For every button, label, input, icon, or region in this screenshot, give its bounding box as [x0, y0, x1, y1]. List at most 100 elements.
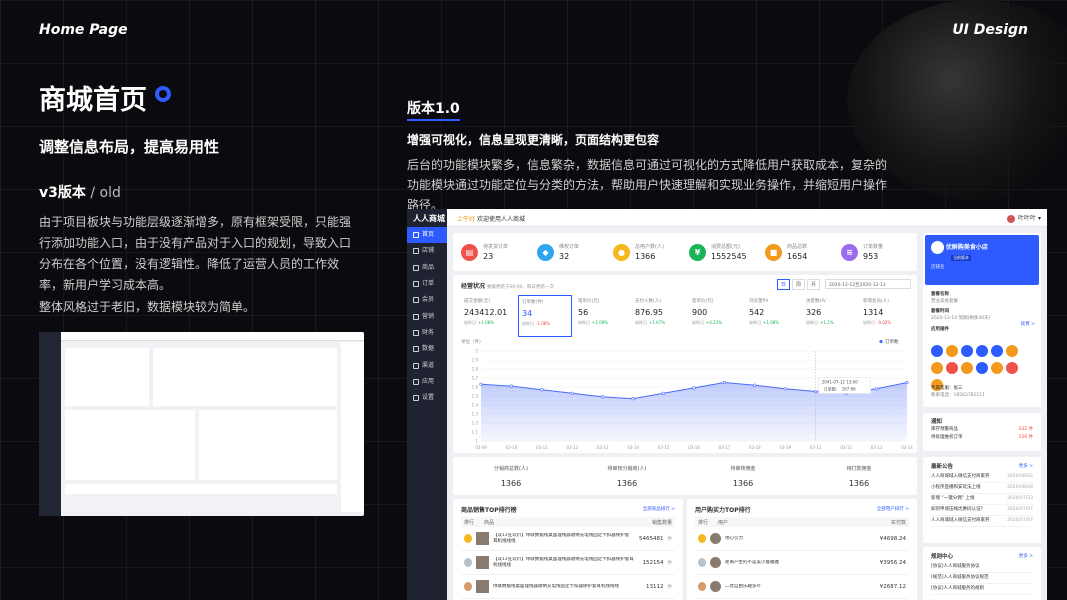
rules-more[interactable]: 更多 > [1019, 552, 1033, 562]
app-plugin-icon[interactable] [991, 345, 1003, 357]
y-tick-label: 1.4 [472, 403, 479, 408]
sidebar-item[interactable]: 店铺 [407, 243, 447, 259]
rule-item[interactable]: [协议]人人商城服务的规则 [931, 584, 1033, 595]
menu-icon [413, 264, 419, 271]
tab-1[interactable]: 周 [792, 279, 806, 290]
kpi-card[interactable]: 笔单价(元) 56 较昨日 +1.08% [575, 295, 629, 337]
app-plugin-icon[interactable] [931, 345, 943, 357]
old-list-card [199, 410, 337, 480]
kpi-card[interactable]: 新增会员(人) 1314 较昨日 -0.02% [860, 295, 914, 337]
y-tick-label: 1 [475, 439, 478, 444]
app-plugin-icon[interactable] [1006, 345, 1018, 357]
summary-label: 分销商总数(人) [494, 466, 528, 472]
list-item[interactable]: 【双11狂欢价】绿联数据线桌面理线器收纳充电线固定卡扣器保护套耳机线线线 1521… [461, 551, 675, 575]
stat-label: 订单数量 [863, 244, 884, 250]
account-label: 套餐名称 [931, 292, 949, 297]
kpi-change-value: +1.67% [649, 320, 666, 325]
ops-header: 经营状况 数据更新于00:00，每日更新一次 [461, 281, 554, 290]
sidebar-item[interactable]: 应用 [407, 374, 447, 390]
kpi-card[interactable]: 订单数(件) 34 较昨日 -1.08% [518, 295, 572, 337]
all-products-link[interactable]: 全部商品排行 > [643, 506, 675, 512]
stat-label: 消费总额(元) [711, 244, 740, 250]
user-menu[interactable]: 叶叶叶 ▾ [1007, 213, 1041, 223]
top-products-title: 商品销售TOP排行榜 [461, 507, 517, 514]
summary-value: 1366 [732, 479, 754, 488]
data-point [874, 387, 879, 391]
medal-icon [464, 558, 472, 567]
sidebar-item[interactable]: 数据 [407, 341, 447, 357]
data-point [570, 391, 574, 395]
sidebar-item[interactable]: 商品 [407, 260, 447, 276]
kpi-card[interactable]: 访客数UV 326 较昨日 +1.2% [803, 295, 857, 337]
list-item[interactable]: 地心引力 ¥4698.24 [695, 527, 909, 551]
app-plugin-icon[interactable] [976, 362, 988, 374]
medal-icon [698, 558, 706, 567]
notice-item[interactable]: 库存预警商品 332 件 [931, 426, 1033, 434]
app-plugin-icon[interactable] [991, 362, 1003, 374]
list-item[interactable]: 绿联数据线桌面理线器收纳充电线固定卡扣器保护套耳机线线线 13112 件 [461, 575, 675, 599]
box-icon: ■ [765, 243, 782, 261]
announcement-item[interactable]: 新増 “一键分佣” 上线 2020/07/23 [931, 494, 1033, 505]
dashboard-topbar: 人人商城 上午好 欢迎使用人人商城 叶叶叶 ▾ [407, 209, 1047, 227]
sidebar-item[interactable]: 渠道 [407, 357, 447, 373]
stat-text: 消费总额(元) 1552545 [711, 243, 747, 261]
announcement-text: 小程序直播和安玩法上线 [931, 485, 981, 490]
col-rank: 排行 [698, 519, 709, 526]
notice-value: 156 件 [1018, 435, 1033, 440]
renew-link[interactable]: 续费 > [1021, 321, 1035, 327]
sidebar-item[interactable]: 营销 [407, 308, 447, 324]
item-name: 距离产生的不是美小曼雅雅 [725, 559, 779, 565]
announcements-more[interactable]: 更多 > [1019, 462, 1033, 472]
y-tick-label: 1.2 [472, 421, 479, 426]
app-plugin-icon[interactable] [931, 362, 943, 374]
old-card [65, 348, 149, 406]
all-users-link[interactable]: 全部用户排行 > [877, 506, 909, 512]
app-plugin-icon[interactable] [961, 345, 973, 357]
menu-icon [413, 248, 419, 255]
announcement-item[interactable]: 小程序直播和安玩法上线 2020/08/06 [931, 483, 1033, 494]
kpi-value: 326 [806, 308, 822, 317]
announcement-item[interactable]: 如何申请压缩优惠码认证? 2020/07/07 [931, 505, 1033, 516]
kpi-label: 访客数UV [806, 299, 826, 304]
list-header: 排行 用户 实付款 [695, 517, 909, 527]
stat-item: ● 总用户数(人) 1366 [613, 243, 664, 261]
date-range-picker[interactable]: 2020-12-12至2020-12-12 [825, 279, 911, 289]
y-tick-label: 1.1 [472, 430, 479, 435]
list-item[interactable]: 距离产生的不是美小曼雅雅 ¥3956.24 [695, 551, 909, 575]
dashboard-logo[interactable]: 人人商城 [407, 209, 447, 227]
notice-item[interactable]: 待处理维权订单 156 件 [931, 434, 1033, 442]
title-dot-icon [155, 86, 171, 102]
sidebar-item[interactable]: 首页 [407, 227, 447, 244]
notice-label: 库存预警商品 [931, 427, 958, 432]
announcement-text: 人人商城域入微信支付商家券 [931, 518, 990, 523]
x-tick-label: 03-09 [475, 445, 487, 450]
announcement-item[interactable]: 人人商城域入微信支付商家券 2020/07/07 [931, 516, 1033, 527]
app-plugin-icon[interactable] [946, 362, 958, 374]
sidebar-item[interactable]: 财务 [407, 325, 447, 341]
rule-item[interactable]: [规范]人人商城服务协议规范 [931, 573, 1033, 584]
y-tick-label: 2 [475, 349, 478, 354]
sidebar-item[interactable]: 会员 [407, 292, 447, 308]
sidebar-item[interactable]: 订单 [407, 276, 447, 292]
kpi-change: 较昨日 -1.08% [522, 321, 568, 327]
kpi-card[interactable]: 客单价(元) 900 较昨日 +0.23% [689, 295, 743, 337]
list-item[interactable]: 【双11狂欢价】绿联数据线桌面理线器收纳充电线固定卡扣器保护套耳机线线线 5465… [461, 527, 675, 551]
sidebar-item[interactable]: 设置 [407, 390, 447, 406]
kpi-card[interactable]: 成交金额(元) 243412.01 较昨日 +1.08% [461, 295, 515, 337]
app-plugin-icon[interactable] [946, 345, 958, 357]
tab-2[interactable]: 月 [807, 279, 821, 290]
list-item[interactable]: 二营自由乐趣多⑩ ¥2687.12 [695, 575, 909, 599]
app-plugin-icon[interactable] [1006, 362, 1018, 374]
announcements-title: 最新公告 [931, 464, 954, 470]
kpi-card[interactable]: 支付人数(人) 876.95 较昨日 +1.67% [632, 295, 686, 337]
tab-0[interactable]: 日 [777, 279, 791, 290]
top-products-panel: 商品销售TOP排行榜 全部商品排行 > 排行 商品 销售数量 【双11狂欢价】绿联数据… [453, 499, 683, 600]
x-tick-label: 03-14 [627, 445, 639, 450]
app-plugin-icon[interactable] [961, 362, 973, 374]
app-plugin-icon[interactable] [976, 345, 988, 357]
announcement-item[interactable]: 人人商城域入微信支付商家券 2020/08/02 [931, 472, 1033, 483]
rule-item[interactable]: [协议]人人商城服务协议 [931, 562, 1033, 573]
kpi-card[interactable]: 浏览量PV 542 较昨日 +1.08% [746, 295, 800, 337]
x-tick-label: 03-13 [871, 445, 883, 450]
x-tick-label: 03-15 [658, 445, 670, 450]
